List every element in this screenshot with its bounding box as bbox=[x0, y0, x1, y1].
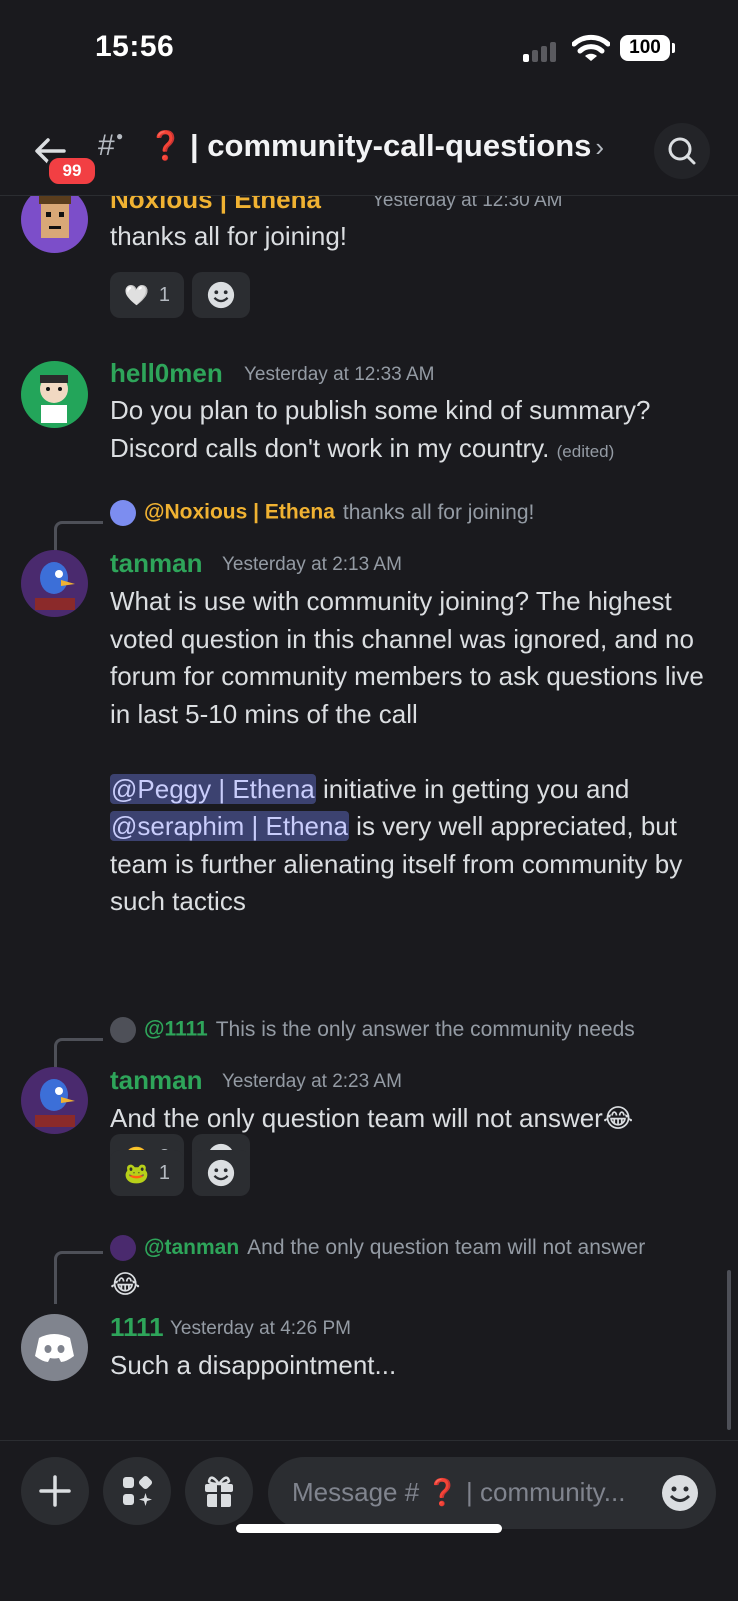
reaction-row: 🤍 1 bbox=[110, 272, 251, 318]
message-paragraph: @Peggy | Ethena initiative in getting yo… bbox=[110, 771, 710, 921]
message-text: What is use with community joining? The … bbox=[110, 583, 710, 921]
battery-indicator: 100 bbox=[620, 35, 675, 61]
reply-preview[interactable]: @tanman And the only question team will n… bbox=[110, 1230, 720, 1300]
reaction-emoji: 🤍 bbox=[124, 284, 149, 307]
reaction-row: 🐸 1 bbox=[110, 1150, 251, 1196]
message-input[interactable]: Message # ❓ | community... bbox=[268, 1457, 716, 1529]
reply-emoji: 😂 bbox=[110, 1269, 141, 1299]
text-channel-icon: # bbox=[98, 129, 115, 162]
reply-text: thanks all for joining! bbox=[342, 500, 535, 524]
gift-icon bbox=[205, 1476, 233, 1507]
reply-author: @1111 bbox=[144, 1017, 208, 1041]
apps-icon bbox=[123, 1475, 153, 1506]
discord-logo-icon bbox=[35, 1334, 74, 1362]
apps-button[interactable] bbox=[103, 1457, 171, 1525]
message-timestamp: Yesterday at 12:30 AM bbox=[372, 196, 563, 211]
search-button[interactable] bbox=[654, 123, 710, 179]
reply-spine bbox=[54, 1251, 103, 1304]
home-indicator[interactable] bbox=[236, 1524, 502, 1533]
message-timestamp: Yesterday at 4:26 PM bbox=[170, 1318, 351, 1339]
message-input-placeholder: Message # ❓ | community... bbox=[292, 1477, 626, 1507]
user-mention[interactable]: @seraphim | Ethena bbox=[110, 811, 349, 841]
edited-label: (edited) bbox=[556, 441, 615, 461]
reply-preview[interactable]: @Noxious | Ethena thanks all for joining! bbox=[110, 500, 534, 530]
chevron-right-icon: › bbox=[595, 132, 605, 162]
plus-icon bbox=[39, 1475, 71, 1507]
message-text-content: initiative in getting you and bbox=[315, 773, 630, 804]
reply-author: @tanman bbox=[144, 1236, 240, 1259]
reaction-chip[interactable]: 🐸 1 bbox=[110, 1150, 185, 1196]
message-timestamp: Yesterday at 12:33 AM bbox=[244, 364, 435, 385]
smiley-icon bbox=[207, 281, 235, 309]
user-mention[interactable]: @Peggy | Ethena bbox=[110, 773, 316, 804]
avatar[interactable] bbox=[21, 361, 88, 428]
message-timestamp: Yesterday at 2:23 AM bbox=[222, 1071, 402, 1092]
channel-emoji: ❓ bbox=[148, 130, 183, 161]
composer-bar: Message # ❓ | community... bbox=[0, 1440, 738, 1601]
message-timestamp: Yesterday at 2:13 AM bbox=[222, 554, 402, 575]
message-author[interactable]: Noxious | Ethena bbox=[110, 196, 321, 215]
search-icon bbox=[668, 137, 696, 165]
reply-avatar bbox=[110, 1235, 136, 1262]
emoji-picker-icon[interactable] bbox=[660, 1473, 700, 1513]
reply-text: And the only question team will not answ… bbox=[247, 1236, 646, 1259]
cellular-signal-icon bbox=[523, 38, 563, 62]
add-reaction-button[interactable] bbox=[192, 1150, 251, 1196]
message-paragraph: What is use with community joining? The … bbox=[110, 586, 704, 729]
gift-button[interactable] bbox=[185, 1457, 253, 1525]
channel-name: | community-call-questions bbox=[190, 128, 592, 163]
message-text: Do you plan to publish some kind of summ… bbox=[110, 392, 710, 470]
reaction-count: 1 bbox=[158, 283, 171, 306]
message-list[interactable]: Noxious | Ethena Yesterday at 12:30 AM t… bbox=[0, 196, 738, 1439]
reaction-emoji: 🐸 bbox=[124, 1162, 149, 1185]
reply-author: @Noxious | Ethena bbox=[144, 500, 335, 524]
add-reaction-button[interactable] bbox=[192, 272, 251, 318]
reply-preview[interactable]: @1111 This is the only answer the communi… bbox=[110, 1017, 635, 1047]
smiley-icon bbox=[207, 1159, 235, 1187]
message-author[interactable]: hell0men bbox=[110, 358, 223, 389]
thread-indicator-icon: ● bbox=[116, 129, 124, 143]
add-attachment-button[interactable] bbox=[21, 1457, 89, 1525]
message-text: Such a disappointment... bbox=[110, 1350, 397, 1380]
message-author[interactable]: 1111 bbox=[110, 1312, 164, 1343]
message-text: thanks all for joining! bbox=[110, 221, 348, 251]
avatar[interactable] bbox=[21, 550, 88, 617]
status-bar: 15:56 100 bbox=[0, 0, 738, 100]
channel-header: 99 # ● ❓ | community-call-questions › bbox=[0, 115, 738, 196]
message-text: And the only question team will not answ… bbox=[110, 1103, 634, 1133]
unread-badge: 99 bbox=[46, 155, 98, 187]
message-author[interactable]: tanman bbox=[110, 1065, 202, 1096]
avatar[interactable] bbox=[21, 1314, 88, 1381]
avatar[interactable] bbox=[21, 196, 88, 253]
reply-avatar bbox=[110, 500, 136, 526]
reaction-chip[interactable]: 🤍 1 bbox=[110, 272, 185, 318]
message-author[interactable]: tanman bbox=[110, 548, 202, 579]
clock: 15:56 bbox=[95, 30, 175, 63]
avatar[interactable] bbox=[21, 1067, 88, 1134]
reaction-count: 1 bbox=[158, 1161, 171, 1184]
channel-title[interactable]: | community-call-questions › bbox=[190, 128, 604, 164]
reply-text: This is the only answer the community ne… bbox=[215, 1017, 635, 1041]
reply-avatar bbox=[110, 1017, 136, 1043]
wifi-icon bbox=[572, 34, 610, 61]
scrollbar[interactable] bbox=[727, 1270, 731, 1430]
